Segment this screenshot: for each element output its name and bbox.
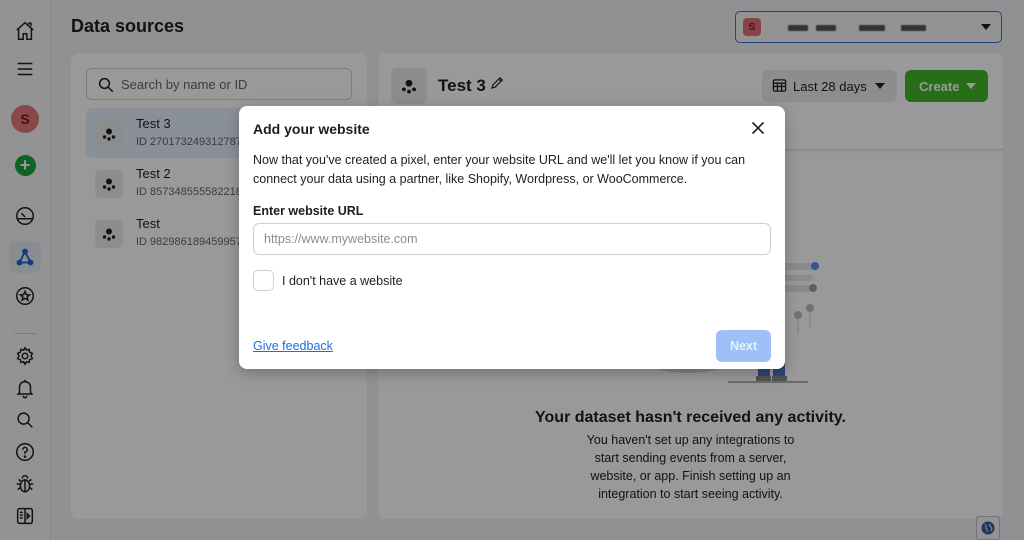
close-icon[interactable] <box>750 120 766 136</box>
next-button[interactable]: Next <box>716 330 771 362</box>
no-website-option[interactable]: I don't have a website <box>253 270 403 291</box>
website-url-input[interactable] <box>253 223 771 255</box>
no-website-label: I don't have a website <box>282 273 403 288</box>
url-field-label: Enter website URL <box>253 204 364 218</box>
no-website-checkbox[interactable] <box>253 270 274 291</box>
dialog-description: Now that you've created a pixel, enter y… <box>253 153 746 186</box>
dialog-title: Add your website <box>253 121 370 137</box>
add-website-dialog: Add your website Now that you've created… <box>239 106 785 369</box>
give-feedback-link[interactable]: Give feedback <box>253 339 333 353</box>
